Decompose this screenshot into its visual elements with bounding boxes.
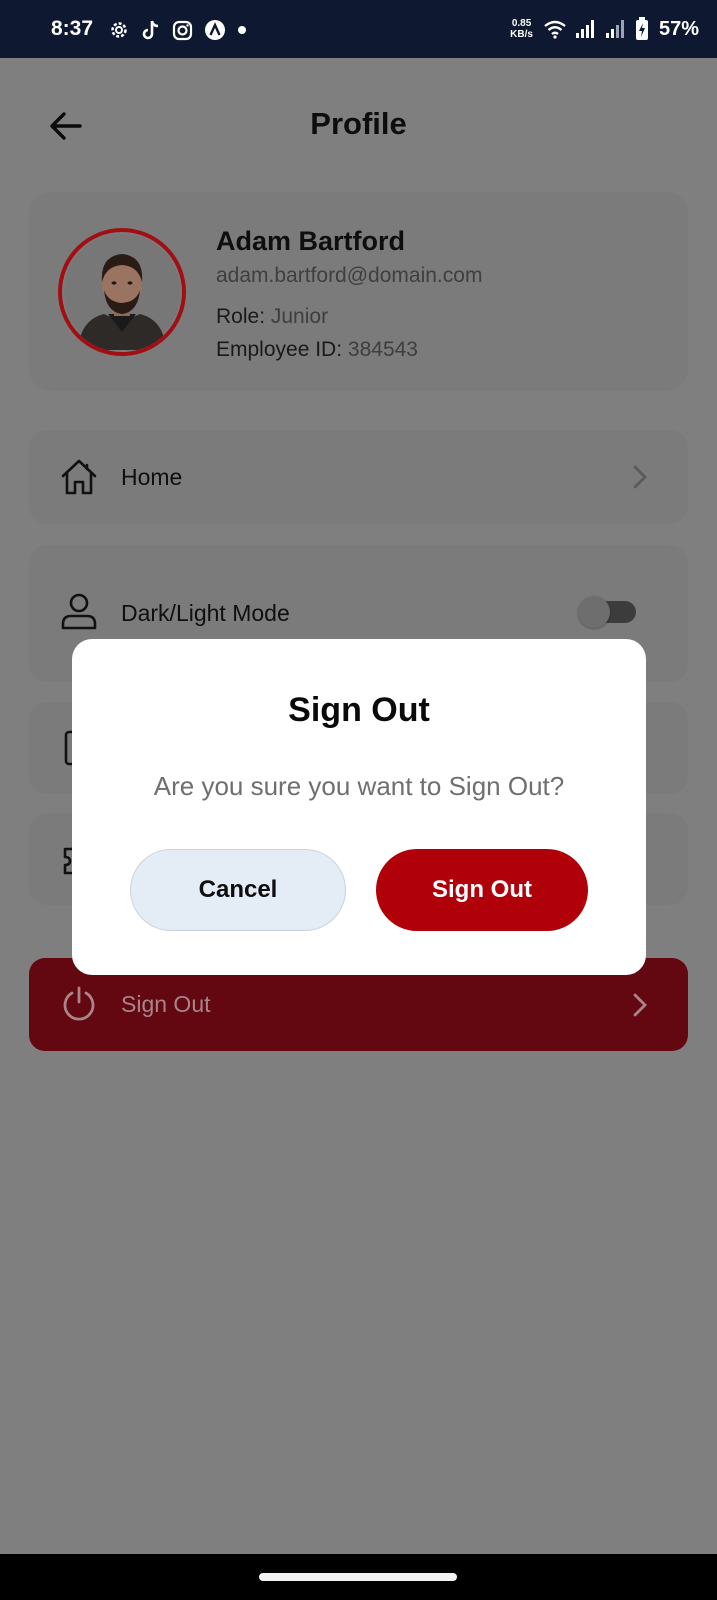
employee-id-label: Employee ID: — [216, 338, 343, 361]
chevron-right-icon — [630, 462, 650, 492]
system-nav-bar — [0, 1554, 717, 1600]
menu-item-mode-label: Dark/Light Mode — [121, 600, 290, 626]
dark-mode-toggle[interactable] — [578, 596, 640, 628]
sign-out-dialog: Sign Out Are you sure you want to Sign O… — [72, 639, 646, 975]
notification-icons — [108, 17, 258, 43]
avatar-portrait — [64, 234, 180, 350]
signal-icon — [575, 20, 594, 38]
employee-id-value: 384543 — [347, 338, 418, 361]
role-label: Role: — [216, 305, 266, 328]
menu-item-home-label: Home — [121, 464, 183, 490]
home-gesture-bar[interactable] — [259, 1573, 457, 1581]
network-speed: 0.85 KB/s — [510, 18, 533, 40]
profile-card: Adam Bartford adam.bartford@domain.com R… — [29, 192, 688, 391]
signal-icon — [605, 20, 624, 38]
status-time: 8:37 — [51, 17, 94, 40]
role-value: Junior — [270, 305, 329, 328]
employee-id: Employee ID: 384543 — [216, 338, 418, 362]
chevron-right-icon — [630, 990, 650, 1020]
page-title: Profile — [310, 106, 407, 141]
battery-charging-icon — [635, 17, 648, 40]
instagram-icon — [172, 20, 193, 40]
confirm-sign-out-button[interactable]: Sign Out — [376, 849, 588, 931]
back-button[interactable] — [44, 106, 88, 146]
status-bar: 8:37 0.85 KB/s 57% — [0, 0, 717, 58]
system-icons: 0.85 KB/s 57% — [510, 14, 699, 44]
dialog-message: Are you sure you want to Sign Out? — [153, 771, 565, 801]
net-speed-value: 0.85 — [511, 18, 532, 29]
gear-icon — [111, 22, 127, 38]
battery-percent: 57% — [658, 17, 699, 40]
cancel-button[interactable]: Cancel — [130, 849, 346, 931]
app-a-icon — [205, 20, 225, 40]
user-email: adam.bartford@domain.com — [216, 264, 483, 287]
home-icon — [59, 457, 99, 497]
arrow-left-icon — [50, 112, 82, 140]
avatar — [58, 228, 186, 356]
wifi-icon — [544, 20, 566, 39]
user-icon — [59, 591, 99, 631]
power-icon — [59, 984, 99, 1024]
user-name: Adam Bartford — [216, 226, 406, 256]
menu-item-sign-out-label: Sign Out — [121, 991, 211, 1017]
dialog-title: Sign Out — [288, 691, 430, 729]
tiktok-icon — [142, 20, 159, 40]
toggle-knob — [578, 596, 610, 628]
dot-icon — [238, 26, 246, 34]
user-role: Role: Junior — [216, 305, 328, 329]
net-speed-unit: KB/s — [510, 29, 533, 40]
menu-item-home[interactable]: Home — [29, 430, 688, 524]
